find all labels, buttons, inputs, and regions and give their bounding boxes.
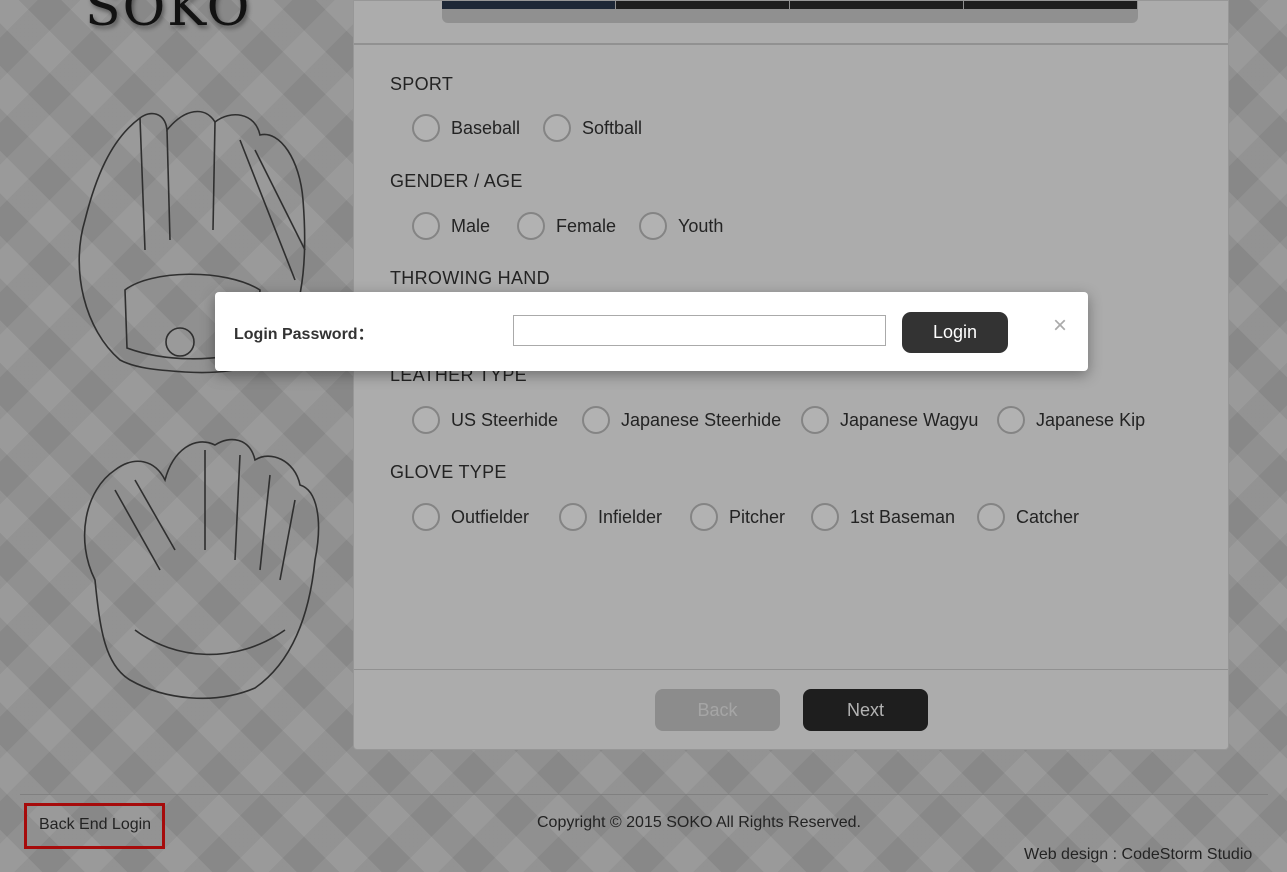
modal-backdrop[interactable] <box>0 0 1287 872</box>
close-icon[interactable]: × <box>1053 312 1067 340</box>
password-input[interactable] <box>513 315 886 346</box>
login-button[interactable]: Login <box>902 312 1008 353</box>
login-modal: Login Password： Login × <box>215 292 1088 371</box>
password-label: Login Password： <box>234 326 374 343</box>
